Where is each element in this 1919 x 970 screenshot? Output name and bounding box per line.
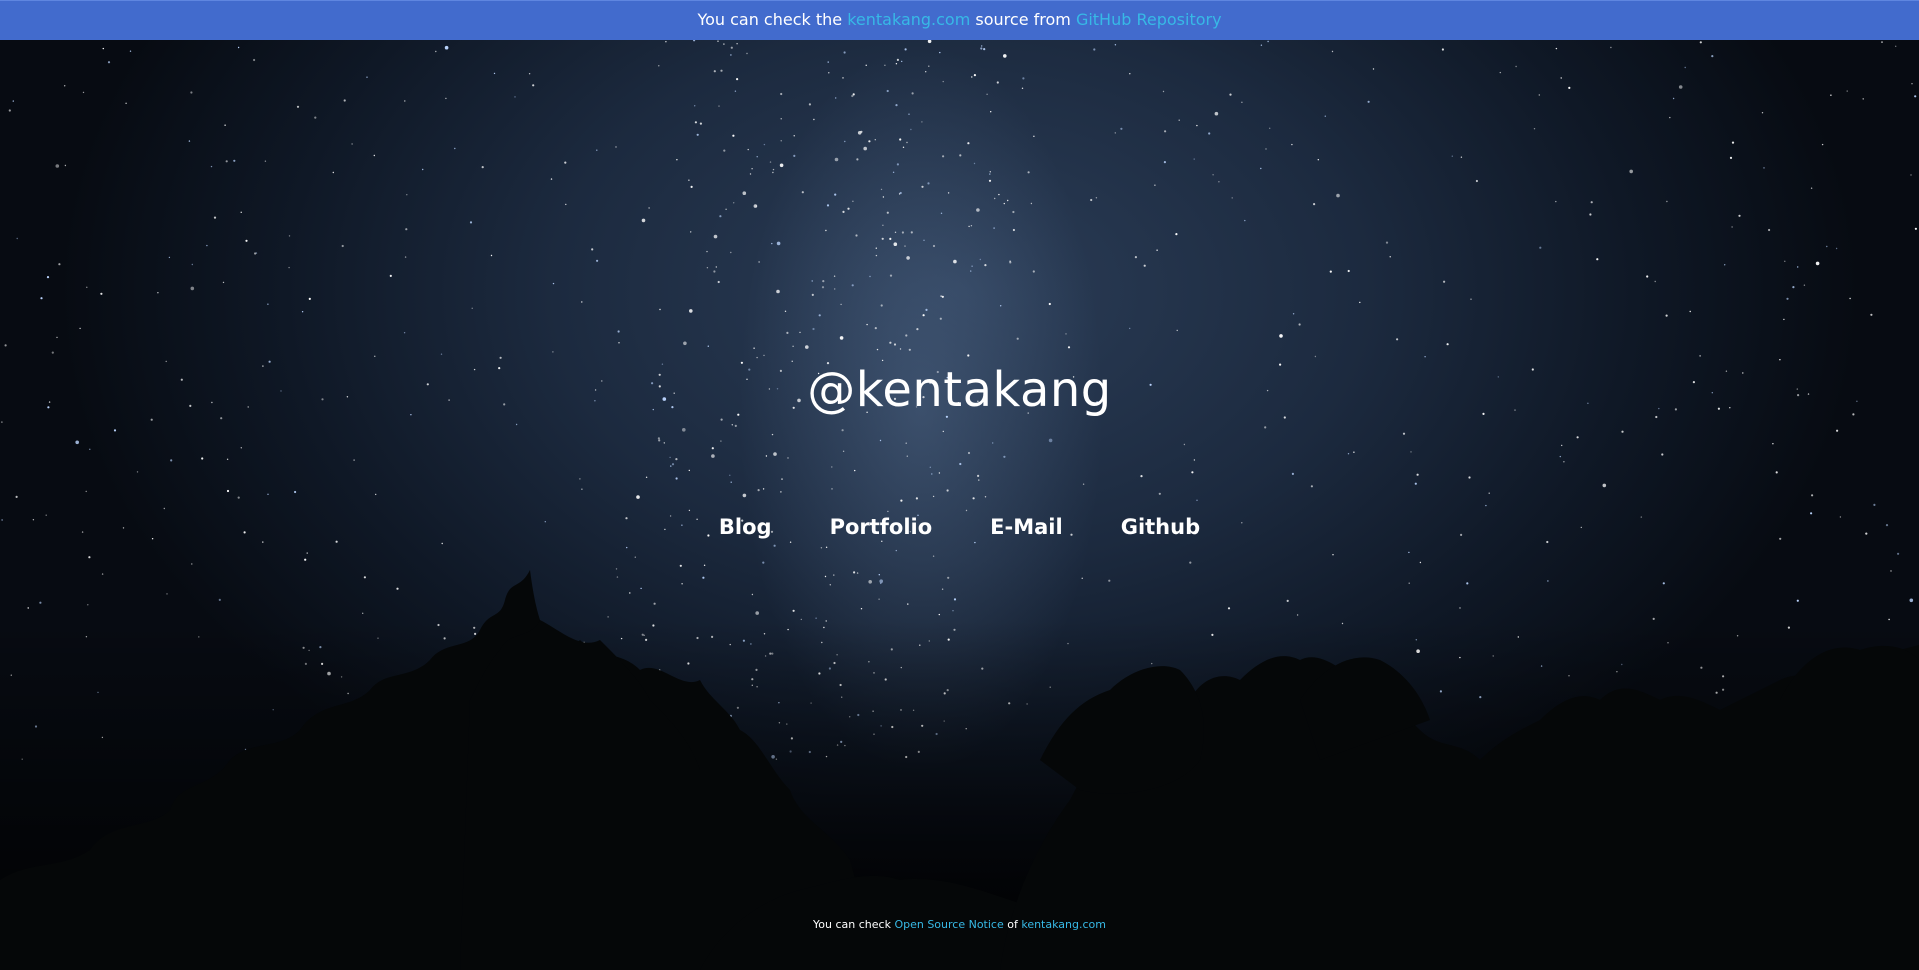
source-banner: You can check the kentakang.com source f… — [0, 0, 1919, 40]
footer-prefix-text: You can check — [813, 918, 895, 931]
nav-link-blog[interactable]: Blog — [719, 515, 772, 539]
banner-repo-link[interactable]: GitHub Repository — [1076, 10, 1222, 29]
footer-middle-text: of — [1003, 918, 1022, 931]
footer-notice: You can check Open Source Notice of kent… — [0, 918, 1919, 931]
nav-link-github[interactable]: Github — [1121, 515, 1200, 539]
tree-silhouette — [0, 570, 1919, 970]
nav-link-portfolio[interactable]: Portfolio — [830, 515, 933, 539]
nav-link-email[interactable]: E-Mail — [990, 515, 1063, 539]
main-nav: Blog Portfolio E-Mail Github — [0, 515, 1919, 539]
footer-notice-link[interactable]: Open Source Notice — [894, 918, 1003, 931]
footer-site-link[interactable]: kentakang.com — [1021, 918, 1106, 931]
banner-middle-text: source from — [970, 10, 1076, 29]
banner-site-link[interactable]: kentakang.com — [847, 10, 970, 29]
banner-prefix-text: You can check the — [697, 10, 848, 29]
page-title: @kentakang — [807, 362, 1112, 418]
